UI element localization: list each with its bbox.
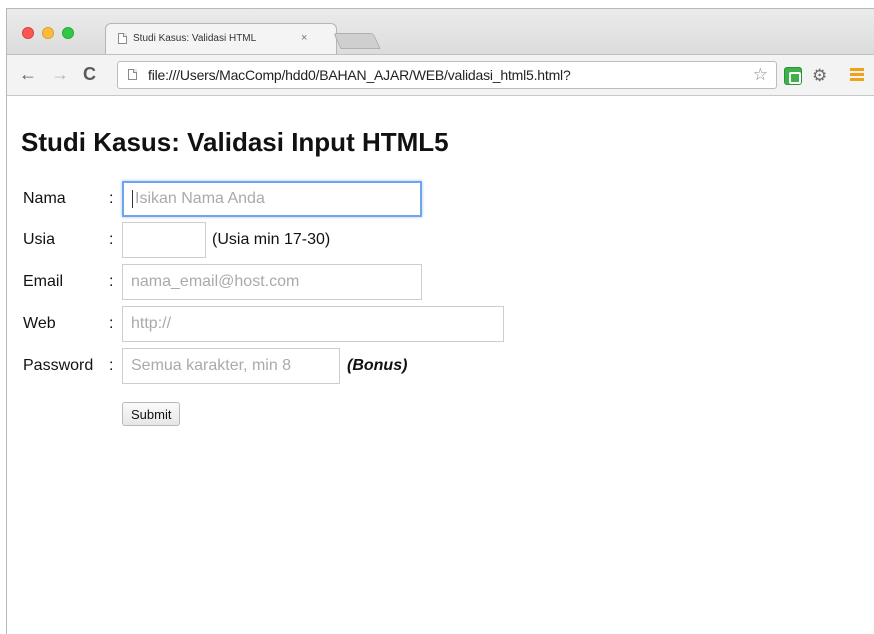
tab-title: Studi Kasus: Validasi HTML xyxy=(133,32,257,44)
email-input[interactable]: nama_email@host.com xyxy=(122,264,422,300)
email-label: Email xyxy=(23,273,64,290)
bookmark-star-icon[interactable]: ☆ xyxy=(753,65,768,85)
nama-input[interactable]: Isikan Nama Anda xyxy=(122,181,422,217)
tab-active[interactable]: Studi Kasus: Validasi HTML × xyxy=(105,23,337,54)
password-colon: : xyxy=(109,357,114,374)
browser-toolbar: ← → C file:///Users/MacComp/hdd0/BAHAN_A… xyxy=(7,54,874,96)
web-placeholder: http:// xyxy=(131,315,172,332)
extension-green-icon[interactable] xyxy=(784,67,802,85)
maximize-window-icon[interactable] xyxy=(62,27,74,39)
text-caret xyxy=(132,190,133,208)
usia-label: Usia xyxy=(23,231,56,248)
form-row-nama: Nama : Isikan Nama Anda xyxy=(23,180,422,218)
nama-label: Nama xyxy=(23,190,66,207)
page-title: Studi Kasus: Validasi Input HTML5 xyxy=(21,127,449,157)
tab-close-icon[interactable]: × xyxy=(301,32,307,44)
password-label: Password xyxy=(23,357,94,374)
form-row-web: Web : http:// xyxy=(23,305,504,343)
nama-placeholder: Isikan Nama Anda xyxy=(135,190,265,207)
email-placeholder: nama_email@host.com xyxy=(131,273,300,290)
tab-strip: Studi Kasus: Validasi HTML × xyxy=(7,9,874,54)
forward-icon[interactable]: → xyxy=(51,64,69,85)
password-placeholder: Semua karakter, min 8 xyxy=(131,357,292,374)
extension-gear-icon[interactable]: ⚙ xyxy=(812,66,827,86)
usia-note: (Usia min 17-30) xyxy=(212,231,331,248)
usia-input[interactable] xyxy=(122,222,206,258)
usia-colon: : xyxy=(109,231,114,248)
web-input[interactable]: http:// xyxy=(122,306,504,342)
page-icon xyxy=(118,32,127,44)
form-row-email: Email : nama_email@host.com xyxy=(23,263,422,301)
menu-icon[interactable] xyxy=(850,68,864,82)
minimize-window-icon[interactable] xyxy=(42,27,54,39)
page-content: Studi Kasus: Validasi Input HTML5 Nama :… xyxy=(7,97,874,634)
page-icon xyxy=(128,69,137,80)
back-icon[interactable]: ← xyxy=(19,64,37,85)
address-bar[interactable]: file:///Users/MacComp/hdd0/BAHAN_AJAR/WE… xyxy=(117,61,777,89)
close-window-icon[interactable] xyxy=(22,27,34,39)
form-row-usia: Usia : (Usia min 17-30) xyxy=(23,221,330,259)
form-row-password: Password : Semua karakter, min 8 (Bonus) xyxy=(23,347,407,385)
email-colon: : xyxy=(109,273,114,290)
submit-button[interactable]: Submit xyxy=(122,402,181,426)
password-input[interactable]: Semua karakter, min 8 xyxy=(122,348,340,384)
url-text[interactable]: file:///Users/MacComp/hdd0/BAHAN_AJAR/WE… xyxy=(148,67,571,83)
web-colon: : xyxy=(109,315,114,332)
web-label: Web xyxy=(23,315,56,332)
bonus-note: (Bonus) xyxy=(347,357,408,374)
new-tab-button[interactable] xyxy=(333,33,381,49)
nama-colon: : xyxy=(109,190,114,207)
browser-window: Studi Kasus: Validasi HTML × ← → C file:… xyxy=(6,8,874,634)
reload-icon[interactable]: C xyxy=(83,64,96,85)
